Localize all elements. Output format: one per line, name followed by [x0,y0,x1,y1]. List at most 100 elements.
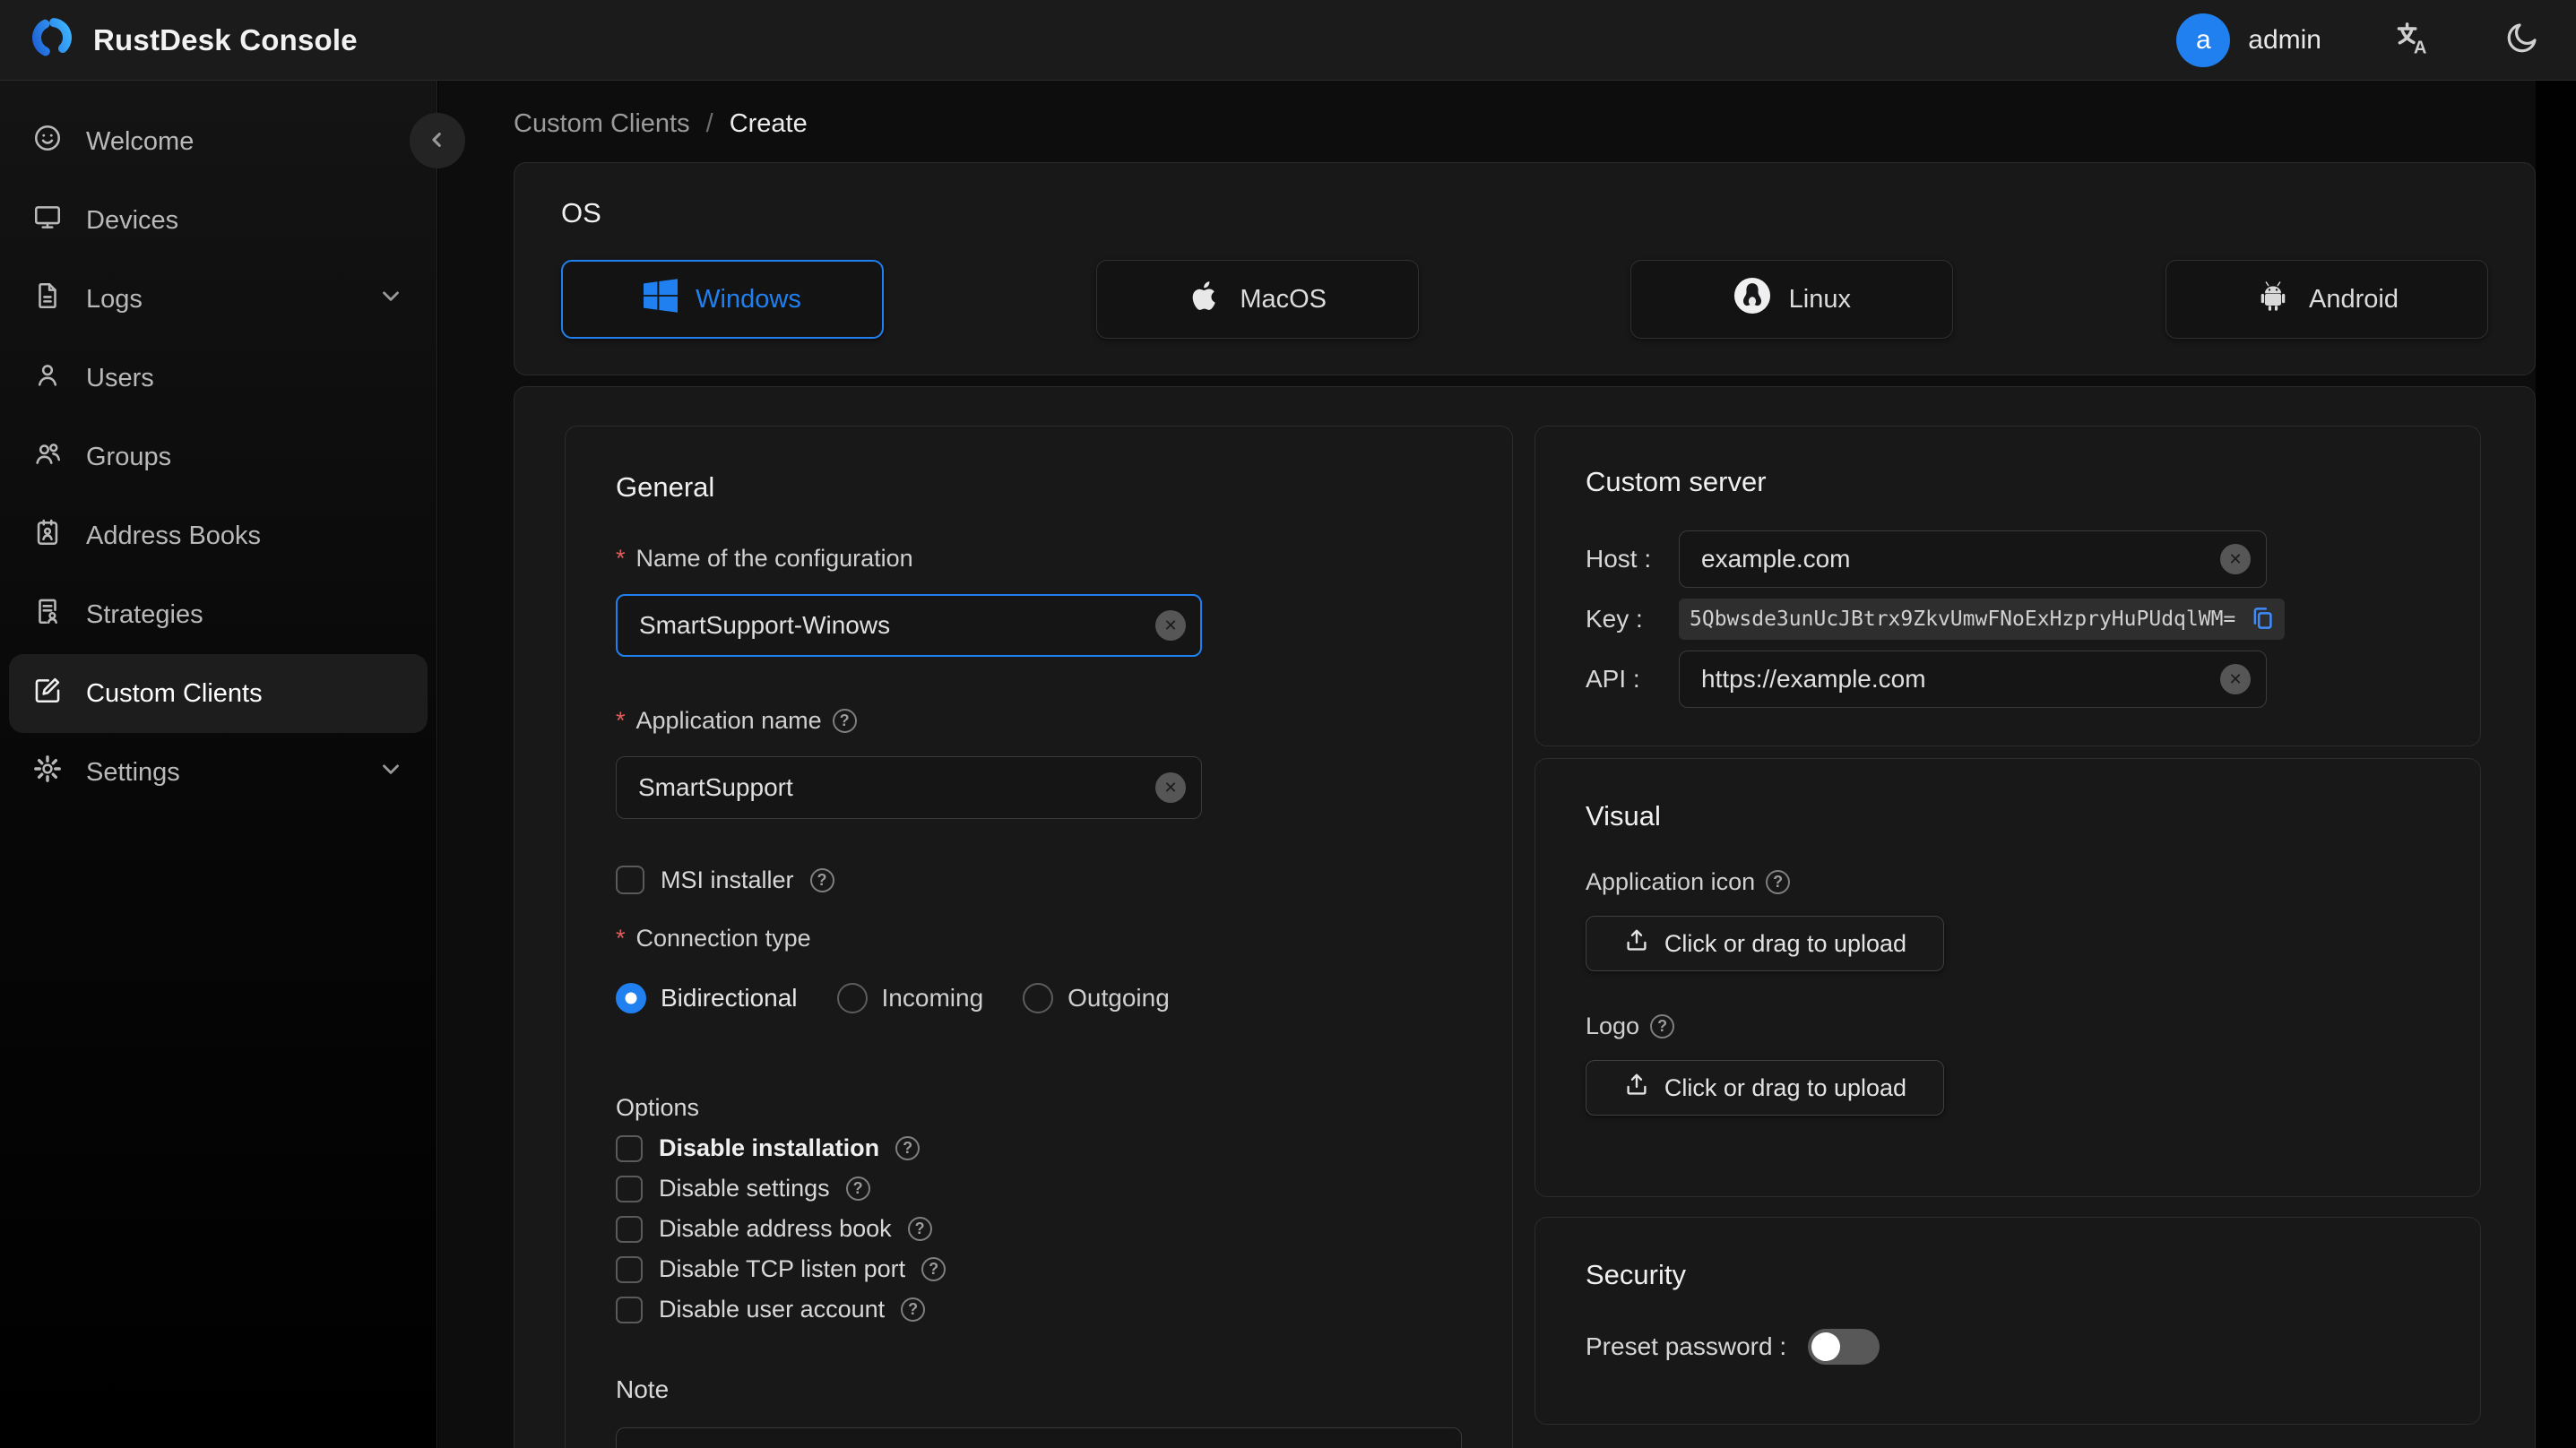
clear-app-name-button[interactable]: ✕ [1155,772,1186,803]
radio-circle [616,983,646,1013]
copy-key-button[interactable] [2249,605,2276,634]
sidebar-label: Strategies [86,599,203,629]
config-name-field: ✕ [616,594,1202,657]
option-disable-user-account: Disable user account ? [616,1296,1462,1323]
clear-host-button[interactable]: ✕ [2220,544,2251,574]
security-section: Security Preset password : [1534,1217,2481,1425]
upload-label: Click or drag to upload [1664,929,1907,957]
host-input[interactable] [1679,530,2267,588]
windows-icon [644,279,679,320]
os-tab-linux[interactable]: Linux [1630,260,1954,339]
smiley-icon [32,123,63,160]
main-content: Custom Clients / Create OS Windows MacOS… [438,81,2536,1448]
language-button[interactable]: A [2393,19,2433,61]
preset-password-toggle[interactable] [1808,1329,1880,1365]
api-row: API : ✕ [1586,651,2430,708]
radio-incoming[interactable]: Incoming [836,983,983,1013]
copy-icon [2249,605,2276,634]
address-book-icon [32,517,63,555]
msi-installer-checkbox[interactable] [616,866,644,894]
upload-icon [1623,927,1650,961]
sidebar-item-strategies[interactable]: Strategies [9,575,428,654]
sidebar: Welcome Devices Logs Users Groups Addres… [0,81,437,1448]
msi-installer-label: MSI installer [661,866,794,893]
disable-user-account-checkbox[interactable] [616,1296,643,1323]
help-icon[interactable]: ? [895,1136,921,1160]
sidebar-item-custom-clients[interactable]: Custom Clients [9,654,428,733]
sidebar-item-logs[interactable]: Logs [9,260,428,339]
help-icon[interactable]: ? [845,1176,870,1201]
user-avatar[interactable]: a [2176,13,2231,67]
breadcrumb-parent[interactable]: Custom Clients [514,109,690,139]
help-icon[interactable]: ? [901,1297,926,1322]
clear-config-name-button[interactable]: ✕ [1155,610,1186,641]
sidebar-item-settings[interactable]: Settings [9,733,428,812]
option-disable-tcp-listen-port: Disable TCP listen port ? [616,1255,1462,1283]
options-label: Options [616,1094,700,1121]
custom-server-title: Custom server [1586,466,1767,497]
username[interactable]: admin [2248,25,2321,56]
disable-installation-checkbox[interactable] [616,1134,643,1162]
sidebar-item-welcome[interactable]: Welcome [9,102,428,181]
custom-server-section: Custom server Host : ✕ Key : 5Qbwsde3unU… [1534,426,2481,746]
os-tab-android[interactable]: Android [2165,260,2488,339]
security-title: Security [1586,1259,1686,1290]
topbar: RustDesk Console a admin A [0,0,2576,81]
upload-label: Click or drag to upload [1664,1073,1907,1101]
os-tab-macos[interactable]: MacOS [1095,260,1419,339]
android-icon [2255,278,2291,321]
disable-address-book-checkbox[interactable] [616,1215,643,1243]
disable-tcp-listen-port-checkbox[interactable] [616,1255,643,1283]
sidebar-item-groups[interactable]: Groups [9,418,428,496]
sidebar-label: Groups [86,442,172,471]
app-name-field: ✕ [616,756,1202,819]
strategy-icon [32,596,63,634]
help-icon[interactable]: ? [809,867,834,892]
scrollbar-gutter [2536,82,2576,1448]
api-input[interactable] [1679,651,2267,708]
right-column: Custom server Host : ✕ Key : 5Qbwsde3unU… [1534,426,2481,1425]
sidebar-label: Welcome [86,126,194,156]
visual-title: Visual [1586,800,1661,832]
app-name-input[interactable] [616,756,1202,819]
brand: RustDesk Console [30,16,358,64]
os-title: OS [561,197,601,228]
sidebar-item-users[interactable]: Users [9,339,428,418]
disable-settings-checkbox[interactable] [616,1175,643,1202]
sidebar-label: Users [86,363,154,392]
users-group-icon [32,438,63,476]
upload-app-icon-button[interactable]: Click or drag to upload [1586,916,1944,971]
os-tab-windows[interactable]: Windows [561,260,884,339]
clear-api-button[interactable]: ✕ [2220,664,2251,694]
sidebar-item-devices[interactable]: Devices [9,181,428,260]
key-label: Key : [1586,605,1643,633]
help-icon[interactable]: ? [921,1257,947,1281]
sidebar-collapse-button[interactable] [410,113,465,168]
sidebar-label: Settings [86,757,180,787]
chevron-down-icon [377,282,404,316]
help-icon[interactable]: ? [1766,870,1791,894]
msi-installer-row: MSI installer ? [616,866,1462,894]
os-tab-row: Windows MacOS Linux Android [561,260,2488,339]
sidebar-label: Devices [86,205,179,235]
upload-logo-button[interactable]: Click or drag to upload [1586,1060,1944,1116]
sidebar-label: Custom Clients [86,678,263,708]
help-icon[interactable]: ? [832,709,857,733]
form-card: General * Name of the configuration ✕ * … [514,386,2536,1448]
help-icon[interactable]: ? [1650,1014,1675,1039]
config-name-label: * Name of the configuration [616,545,913,572]
note-textarea[interactable] [616,1427,1462,1448]
host-row: Host : ✕ [1586,530,2430,588]
config-name-input[interactable] [616,594,1202,657]
sidebar-item-address-books[interactable]: Address Books [9,496,428,575]
dark-mode-toggle[interactable] [2503,20,2540,60]
chevron-left-icon [425,127,450,155]
help-icon[interactable]: ? [907,1217,932,1241]
radio-bidirectional[interactable]: Bidirectional [616,983,798,1013]
chevron-down-icon [377,755,404,789]
general-title: General [616,471,715,503]
radio-outgoing[interactable]: Outgoing [1023,983,1170,1013]
option-disable-settings: Disable settings ? [616,1175,1462,1202]
breadcrumb-current: Create [729,109,808,138]
application-icon-label: Application icon ? [1586,868,2430,896]
